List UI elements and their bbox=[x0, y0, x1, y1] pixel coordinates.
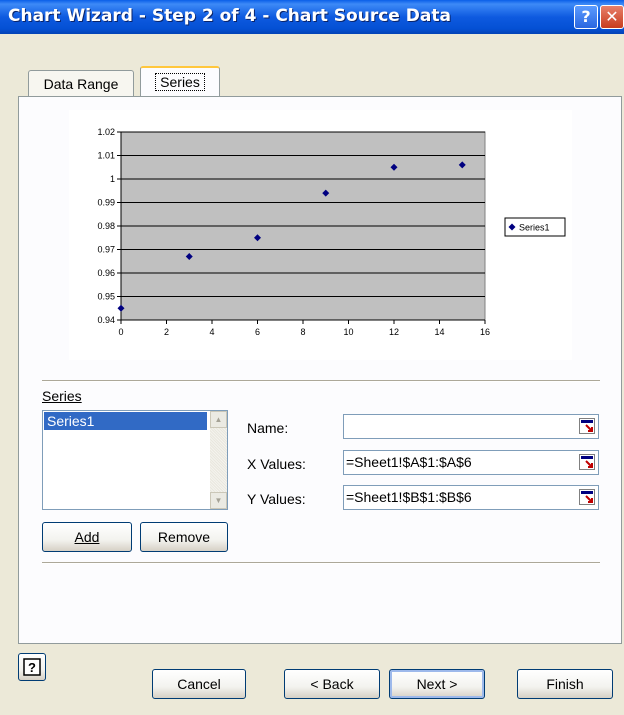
chart-preview: 1.02 1.01 1 0.99 0.98 0.97 0.96 0.95 0.94 0 2 4 6 8 10… bbox=[69, 110, 572, 360]
list-item[interactable]: Series1 bbox=[44, 412, 207, 430]
legend-label: Series1 bbox=[519, 223, 550, 233]
svg-text:?: ? bbox=[28, 660, 36, 675]
next-button[interactable]: Next > bbox=[389, 669, 485, 699]
cancel-button[interactable]: Cancel bbox=[152, 669, 246, 699]
separator-top bbox=[42, 380, 600, 382]
tab-series[interactable]: Series bbox=[140, 66, 220, 98]
series-section-label-text: Series bbox=[42, 388, 82, 404]
title-help-button[interactable]: ? bbox=[574, 5, 598, 29]
finish-button[interactable]: Finish bbox=[517, 669, 613, 699]
x-values-field-value: =Sheet1!$A$1:$A$6 bbox=[346, 454, 472, 470]
y-tick-label: 1.02 bbox=[97, 127, 115, 137]
chart-svg: 1.02 1.01 1 0.99 0.98 0.97 0.96 0.95 0.940 2 4 6 8 10… bbox=[97, 127, 566, 337]
title-bar[interactable]: Chart Wizard - Step 2 of 4 - Chart Sourc… bbox=[0, 0, 624, 34]
y-values-field[interactable]: =Sheet1!$B$1:$B$6 bbox=[343, 485, 599, 510]
collapse-dialog-icon[interactable] bbox=[579, 454, 595, 470]
back-button[interactable]: < Back bbox=[284, 669, 380, 699]
close-button[interactable]: ✕ bbox=[600, 5, 624, 29]
tab-series-label: Series bbox=[155, 73, 205, 91]
x-tick-label: 4 bbox=[209, 327, 214, 337]
remove-button[interactable]: Remove bbox=[140, 522, 228, 552]
add-button-label: Add bbox=[74, 529, 100, 545]
name-label: Name: bbox=[247, 420, 289, 436]
y-values-label: Y Values: bbox=[247, 491, 306, 507]
remove-button-label: Remove bbox=[157, 529, 211, 545]
y-tick-label: 0.95 bbox=[97, 292, 115, 302]
y-tick-label: 1.01 bbox=[97, 151, 115, 161]
x-tick-label: 6 bbox=[255, 327, 260, 337]
x-tick-label: 10 bbox=[343, 327, 353, 337]
y-tick-label: 0.98 bbox=[97, 221, 115, 231]
series-list-scrollbar[interactable]: ▲ ▼ bbox=[210, 411, 227, 509]
y-tick-label: 0.99 bbox=[97, 198, 115, 208]
y-tick-label: 1 bbox=[110, 174, 115, 184]
x-tick-label: 0 bbox=[118, 327, 123, 337]
add-button[interactable]: Add bbox=[42, 522, 132, 552]
y-tick-label: 0.97 bbox=[97, 245, 115, 255]
chart-wizard-dialog: Chart Wizard - Step 2 of 4 - Chart Sourc… bbox=[0, 0, 624, 715]
series-section-label: Series bbox=[42, 388, 82, 404]
x-tick-label: 14 bbox=[434, 327, 444, 337]
help-icon: ? bbox=[23, 658, 41, 676]
collapse-dialog-icon[interactable] bbox=[579, 418, 595, 434]
x-tick-label: 2 bbox=[164, 327, 169, 337]
x-tick-label: 12 bbox=[389, 327, 399, 337]
x-tick-label: 8 bbox=[300, 327, 305, 337]
x-values-label: X Values: bbox=[247, 456, 306, 472]
y-tick-label: 0.94 bbox=[97, 315, 115, 325]
window-title: Chart Wizard - Step 2 of 4 - Chart Sourc… bbox=[8, 6, 451, 26]
tab-data-range[interactable]: Data Range bbox=[28, 70, 134, 97]
name-field[interactable] bbox=[343, 414, 599, 439]
scroll-down-icon[interactable]: ▼ bbox=[210, 492, 227, 509]
separator-bottom bbox=[42, 562, 600, 564]
collapse-dialog-icon[interactable] bbox=[579, 489, 595, 505]
x-tick-label: 16 bbox=[480, 327, 490, 337]
y-values-field-value: =Sheet1!$B$1:$B$6 bbox=[346, 489, 472, 505]
scroll-up-icon[interactable]: ▲ bbox=[210, 411, 227, 428]
help-button[interactable]: ? bbox=[18, 653, 46, 681]
y-tick-label: 0.96 bbox=[97, 268, 115, 278]
x-values-field[interactable]: =Sheet1!$A$1:$A$6 bbox=[343, 450, 599, 475]
series-listbox[interactable]: Series1 ▲ ▼ bbox=[42, 410, 228, 510]
